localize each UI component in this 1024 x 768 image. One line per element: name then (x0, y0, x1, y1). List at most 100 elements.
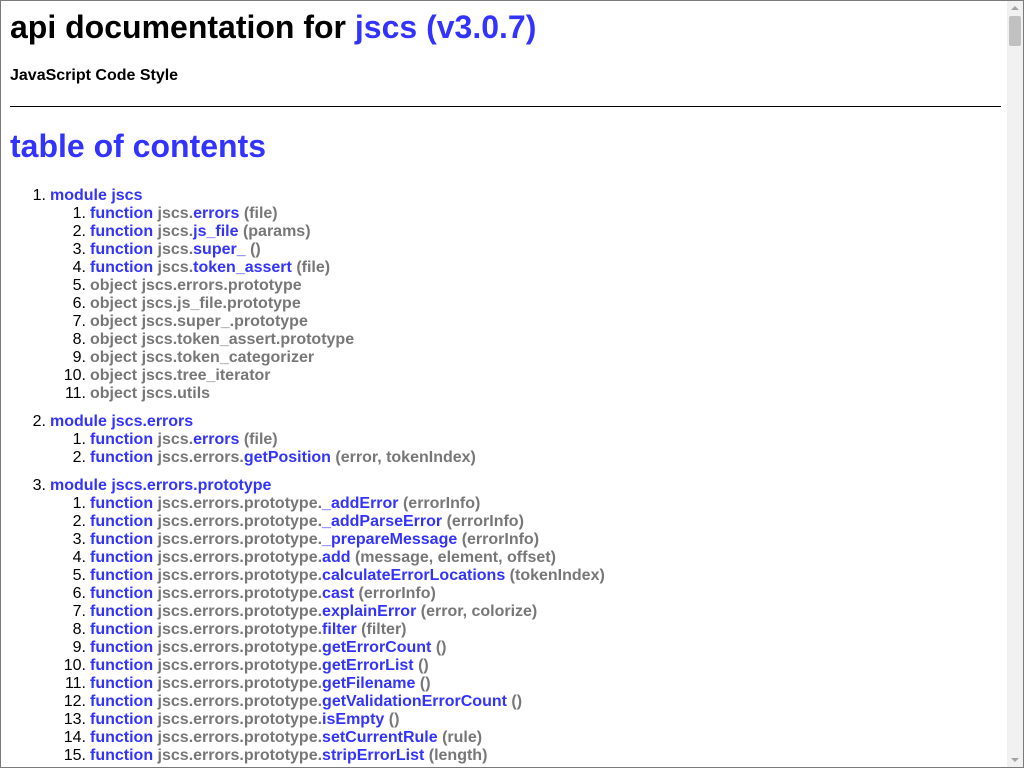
list-number: 10. (63, 657, 86, 674)
package-link[interactable]: jscs (v3.0.7) (355, 9, 536, 45)
function-keyword-link[interactable]: function (90, 205, 153, 222)
list-number: 14. (63, 729, 86, 746)
function-keyword-link[interactable]: function (90, 585, 153, 602)
list-item: 1. function jscs.errors.prototype._addErr… (50, 495, 1001, 513)
function-name-link[interactable]: calculateErrorLocations (322, 567, 505, 584)
function-namespace: jscs.errors.prototype. (157, 549, 323, 566)
function-args: (errorInfo) (402, 495, 481, 512)
function-keyword-link[interactable]: function (90, 241, 153, 258)
function-keyword-link[interactable]: function (90, 747, 153, 764)
module-link[interactable]: module jscs.errors.prototype (50, 477, 271, 494)
list-number: 3. (72, 241, 86, 258)
function-namespace: jscs. (157, 259, 194, 276)
list-number: 9. (72, 349, 86, 366)
list-item: 2. function jscs.errors.getPosition (erro… (50, 449, 1001, 467)
scrollbar-thumb[interactable] (1009, 16, 1021, 46)
function-namespace: jscs.errors.prototype. (157, 711, 323, 728)
toc-module: 1. module jscs 1. function jscs.errors (fil… (10, 187, 1001, 403)
function-keyword-link[interactable]: function (90, 531, 153, 548)
function-name-link[interactable]: getPosition (244, 449, 331, 466)
function-keyword-link[interactable]: function (90, 259, 153, 276)
module-link[interactable]: module jscs.errors (50, 413, 193, 430)
function-namespace: jscs.errors.prototype. (157, 585, 323, 602)
function-keyword-link[interactable]: function (90, 513, 153, 530)
page-title: api documentation for jscs (v3.0.7) (10, 9, 1001, 46)
list-number: 12. (63, 693, 86, 710)
function-name-link[interactable]: filter (322, 621, 357, 638)
function-keyword-link[interactable]: function (90, 711, 153, 728)
function-name-link[interactable]: stripErrorList (322, 747, 424, 764)
function-name-link[interactable]: _addError (322, 495, 398, 512)
object-entry: object jscs.tree_iterator (90, 367, 271, 384)
function-keyword-link[interactable]: function (90, 621, 153, 638)
list-number: 15. (63, 747, 86, 764)
function-args: (length) (428, 747, 488, 764)
scroll-up-arrow-icon[interactable] (1011, 6, 1019, 10)
function-namespace: jscs.errors.prototype. (157, 531, 323, 548)
page-subtitle: JavaScript Code Style (10, 67, 179, 84)
function-name-link[interactable]: getValidationErrorCount (322, 693, 507, 710)
list-number: 9. (72, 639, 86, 656)
function-name-link[interactable]: token_assert (193, 259, 292, 276)
function-name-link[interactable]: setCurrentRule (322, 729, 438, 746)
object-entry: object jscs.utils (90, 385, 211, 402)
list-item: 2. function jscs.js_file (params) (50, 223, 1001, 241)
function-args: (rule) (442, 729, 483, 746)
list-item: 8. object jscs.token_assert.prototype (50, 331, 1001, 349)
toc-heading-link[interactable]: table of contents (10, 128, 266, 164)
list-number: 4. (72, 549, 86, 566)
function-args: (file) (243, 431, 278, 448)
list-number: 7. (72, 603, 86, 620)
function-keyword-link[interactable]: function (90, 603, 153, 620)
list-item: 6. object jscs.js_file.prototype (50, 295, 1001, 313)
list-number: 1. (72, 431, 86, 448)
function-keyword-link[interactable]: function (90, 693, 153, 710)
function-keyword-link[interactable]: function (90, 567, 153, 584)
toc-list: 1. module jscs 1. function jscs.errors (fil… (10, 187, 1001, 765)
function-namespace: jscs.errors.prototype. (157, 693, 323, 710)
function-keyword-link[interactable]: function (90, 729, 153, 746)
function-keyword-link[interactable]: function (90, 223, 153, 240)
function-keyword-link[interactable]: function (90, 549, 153, 566)
object-entry: object jscs.super_.prototype (90, 313, 308, 330)
function-name-link[interactable]: _addParseError (322, 513, 442, 530)
list-number: 5. (72, 567, 86, 584)
function-name-link[interactable]: getErrorList (322, 657, 414, 674)
browser-viewport: api documentation for jscs (v3.0.7) Java… (0, 0, 1024, 768)
function-keyword-link[interactable]: function (90, 495, 153, 512)
module-link[interactable]: module jscs (50, 187, 142, 204)
list-item: 10. function jscs.errors.prototype.getErr… (50, 657, 1001, 675)
function-namespace: jscs.errors.prototype. (157, 657, 323, 674)
function-name-link[interactable]: errors (193, 205, 239, 222)
function-args: () (250, 241, 261, 258)
function-name-link[interactable]: getFilename (322, 675, 415, 692)
vertical-scrollbar[interactable] (1007, 1, 1023, 767)
function-keyword-link[interactable]: function (90, 431, 153, 448)
function-name-link[interactable]: isEmpty (322, 711, 384, 728)
list-number: 6. (72, 295, 86, 312)
list-item: 4. function jscs.token_assert (file) (50, 259, 1001, 277)
function-name-link[interactable]: _prepareMessage (322, 531, 457, 548)
list-number: 4. (72, 259, 86, 276)
function-name-link[interactable]: add (322, 549, 350, 566)
function-name-link[interactable]: errors (193, 431, 239, 448)
list-item: 5. function jscs.errors.prototype.calcula… (50, 567, 1001, 585)
function-args: (error, colorize) (420, 603, 538, 620)
function-name-link[interactable]: explainError (322, 603, 416, 620)
function-name-link[interactable]: super_ (193, 241, 245, 258)
list-number: 2. (32, 413, 46, 430)
function-namespace: jscs.errors.prototype. (157, 621, 323, 638)
function-keyword-link[interactable]: function (90, 657, 153, 674)
function-name-link[interactable]: js_file (193, 223, 238, 240)
module-entries: 1. function jscs.errors (file) 2. function … (50, 205, 1001, 403)
function-namespace: jscs.errors.prototype. (157, 603, 323, 620)
function-args: () (419, 675, 431, 692)
function-keyword-link[interactable]: function (90, 449, 153, 466)
function-keyword-link[interactable]: function (90, 639, 153, 656)
list-item: 7. object jscs.super_.prototype (50, 313, 1001, 331)
function-name-link[interactable]: getErrorCount (322, 639, 431, 656)
toc-module: 3. module jscs.errors.prototype 1. function… (10, 477, 1001, 765)
function-name-link[interactable]: cast (322, 585, 354, 602)
scroll-down-arrow-icon[interactable] (1011, 758, 1019, 762)
function-keyword-link[interactable]: function (90, 675, 153, 692)
